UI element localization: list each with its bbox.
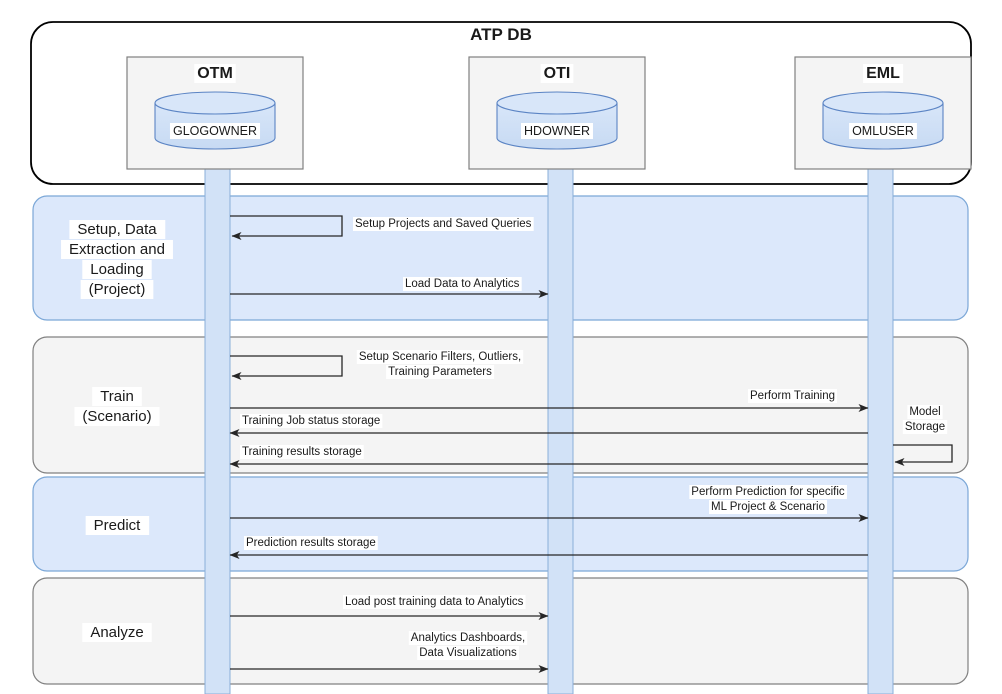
message-label-perform-prediction-line-1: ML Project & Scenario [711,501,825,513]
message-label-setup-projects-line-0: Setup Projects and Saved Queries [355,218,532,230]
schema-label-eml-line-0: OMLUSER [852,124,914,138]
participant-oti[interactable]: OTI HDOWNER [468,56,646,170]
message-label-setup-scenario-line-0: Setup Scenario Filters, Outliers, [359,351,521,363]
message-label-prediction-results: Prediction results storage [244,536,378,550]
database-cylinder-icon-eml [822,91,944,150]
message-label-training-results: Training results storage [240,445,364,459]
message-label-prediction-results-line-0: Prediction results storage [246,537,376,549]
message-label-analytics-dashboards-line-1: Data Visualizations [419,647,517,659]
lifeline-eml [867,168,894,694]
participant-title-otm: OTM [194,64,236,83]
participant-title-oti: OTI [540,64,574,83]
participant-title-eml: EML [863,64,904,83]
schema-label-oti: HDOWNER [521,123,593,139]
atp-db-title: ATP DB [470,25,532,44]
phase-bands-layer [32,195,969,685]
atp-db-sequence-diagram: ATP DB OTMGLOGOWNEROTIHDOWNEREMLOMLUSER … [30,21,972,694]
message-label-setup-projects: Setup Projects and Saved Queries [353,217,534,231]
participant-title-eml-line-0: EML [866,65,900,82]
phase-label-train-line-0: Train [100,388,134,405]
participant-otm[interactable]: OTM GLOGOWNER [126,56,304,170]
message-label-training-results-line-0: Training results storage [242,446,362,458]
message-label-training-job-status: Training Job status storage [240,414,383,428]
cylinder-top [496,91,618,115]
cylinder-top [822,91,944,115]
phase-label-setup-line-3: (Project) [89,281,146,298]
phase-label-setup-line-0: Setup, Data [77,221,157,238]
message-label-perform-training: Perform Training [748,389,838,403]
schema-label-eml: OMLUSER [849,123,917,139]
phase-label-predict: Predict [85,516,150,535]
database-cylinder-icon-oti [496,91,618,150]
sequence-diagram-canvas: ATP DB OTM GLOGOWNER OTI HDOWNER EML OMLUSER … [0,0,1002,694]
message-label-perform-training-line-0: Perform Training [750,390,835,402]
phase-label-setup-line-1: Extraction and [69,241,165,258]
phase-label-train-line-1: (Scenario) [82,408,151,425]
database-cylinder-icon-otm [154,91,276,150]
participant-title-otm-line-0: OTM [197,65,233,82]
message-label-load-post-training-line-0: Load post training data to Analytics [345,596,524,608]
schema-label-otm-line-0: GLOGOWNER [173,124,257,138]
phase-label-predict-line-0: Predict [94,517,142,534]
lifeline-otm [204,168,231,694]
participants-layer: OTM GLOGOWNER OTI HDOWNER EML OMLUSER [126,56,972,170]
message-label-training-job-status-line-0: Training Job status storage [242,415,380,427]
phase-band-setup [32,195,969,321]
schema-label-oti-line-0: HDOWNER [524,124,590,138]
participant-title-oti-line-0: OTI [544,65,571,82]
message-label-load-data-analytics: Load Data to Analytics [403,277,522,291]
phase-label-analyze-line-0: Analyze [90,624,143,641]
phase-label-setup-line-2: Loading [90,261,143,278]
lifeline-oti [547,168,574,694]
participant-eml[interactable]: EML OMLUSER [794,56,972,170]
message-label-analytics-dashboards-line-0: Analytics Dashboards, [411,632,525,644]
message-label-load-post-training: Load post training data to Analytics [343,595,526,609]
message-label-perform-prediction-line-0: Perform Prediction for specific [691,486,845,498]
cylinder-top [154,91,276,115]
message-label-setup-scenario-line-1: Training Parameters [388,366,492,378]
message-label-model-storage-line-0: Model [909,406,940,418]
phase-label-analyze: Analyze [82,623,152,642]
schema-label-otm: GLOGOWNER [169,123,261,139]
message-label-model-storage-line-1: Storage [905,421,945,433]
message-label-load-data-analytics-line-0: Load Data to Analytics [405,278,520,290]
